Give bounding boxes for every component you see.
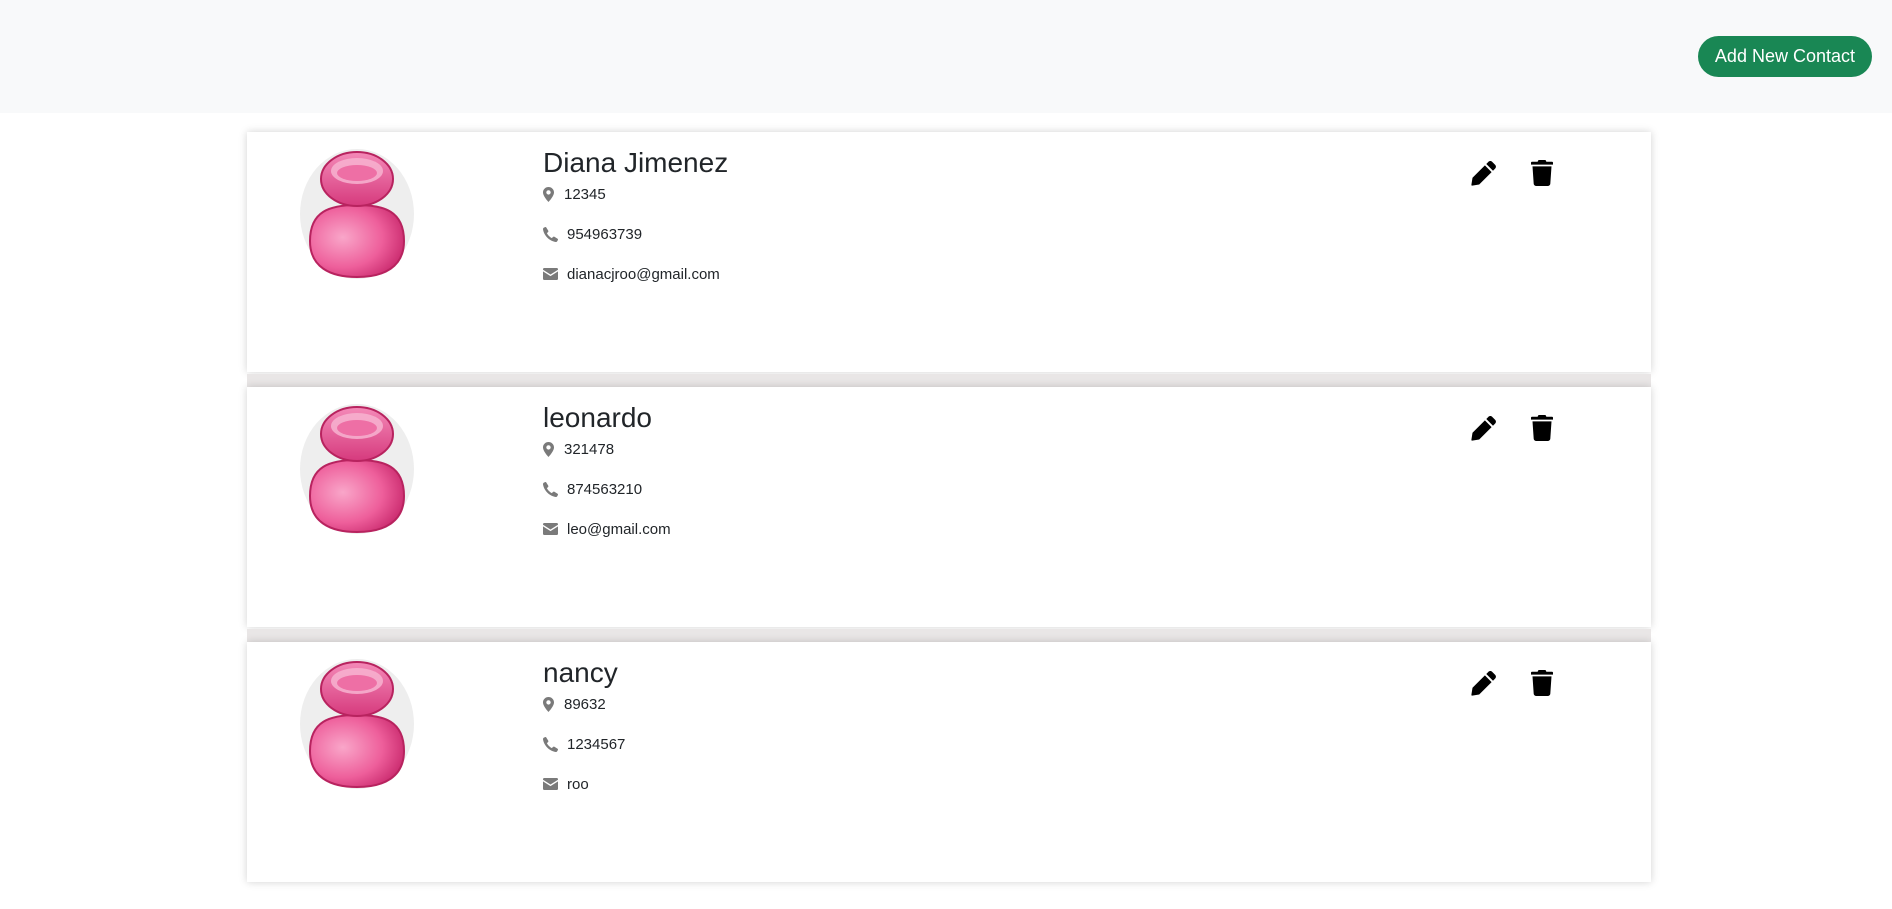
- envelope-icon: [543, 266, 561, 282]
- map-marker-icon: [543, 696, 557, 712]
- contact-email: roo: [567, 775, 589, 793]
- contact-phone-row: 954963739: [543, 224, 728, 244]
- pencil-icon[interactable]: [1470, 413, 1498, 443]
- contact-address-row: 12345: [543, 184, 728, 204]
- contact-email-row: roo: [543, 774, 625, 794]
- contact-phone-row: 1234567: [543, 734, 625, 754]
- contact-address: 321478: [564, 440, 615, 458]
- pencil-icon[interactable]: [1470, 668, 1498, 698]
- contact-email: leo@gmail.com: [567, 520, 671, 538]
- contact-address-row: 321478: [543, 439, 671, 459]
- contact-address-row: 89632: [543, 694, 625, 714]
- trash-icon[interactable]: [1528, 158, 1556, 188]
- contact-phone: 1234567: [567, 735, 626, 753]
- contact-name: nancy: [543, 657, 618, 688]
- navbar: Add New Contact: [0, 0, 1892, 113]
- contact-phone: 954963739: [567, 225, 643, 243]
- contact-phone-row: 874563210: [543, 479, 671, 499]
- map-marker-icon: [543, 186, 557, 202]
- trash-icon[interactable]: [1528, 413, 1556, 443]
- contact-email-row: dianacjroo@gmail.com: [543, 264, 728, 284]
- envelope-icon: [543, 776, 561, 792]
- contact-card: Diana Jimenez 12345 954963739 dianacjroo…: [247, 132, 1651, 387]
- person-avatar-icon: [300, 404, 414, 534]
- phone-icon: [543, 736, 561, 752]
- trash-icon[interactable]: [1528, 668, 1556, 698]
- envelope-icon: [543, 521, 561, 537]
- contact-actions: [1470, 413, 1556, 443]
- contact-info: Diana Jimenez 12345 954963739 dianacjroo…: [543, 146, 728, 304]
- contact-info: leonardo 321478 874563210 leo@gmail.com: [543, 401, 671, 559]
- contact-email: dianacjroo@gmail.com: [567, 265, 720, 283]
- contact-name: leonardo: [543, 402, 652, 433]
- contact-list: Diana Jimenez 12345 954963739 dianacjroo…: [247, 132, 1651, 897]
- add-new-contact-button[interactable]: Add New Contact: [1697, 36, 1872, 77]
- contact-actions: [1470, 158, 1556, 188]
- phone-icon: [543, 226, 561, 242]
- person-avatar-icon: [300, 659, 414, 789]
- contact-name: Diana Jimenez: [543, 147, 729, 178]
- contact-address: 12345: [564, 185, 606, 203]
- map-marker-icon: [543, 441, 557, 457]
- card-divider: [247, 629, 1651, 642]
- contact-phone: 874563210: [567, 480, 643, 498]
- pencil-icon[interactable]: [1470, 158, 1498, 188]
- card-divider: [247, 374, 1651, 387]
- person-avatar-icon: [300, 149, 414, 279]
- phone-icon: [543, 481, 561, 497]
- contact-email-row: leo@gmail.com: [543, 519, 671, 539]
- contact-card: nancy 89632 1234567 roo: [247, 642, 1651, 882]
- contact-actions: [1470, 668, 1556, 698]
- contact-card: leonardo 321478 874563210 leo@gmail.com: [247, 387, 1651, 642]
- contact-info: nancy 89632 1234567 roo: [543, 656, 625, 814]
- contact-address: 89632: [564, 695, 606, 713]
